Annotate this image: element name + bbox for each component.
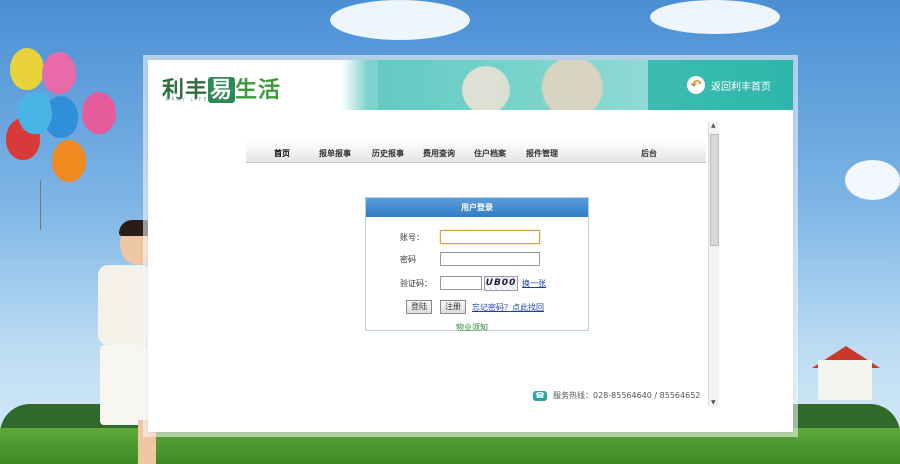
balloon <box>18 92 52 134</box>
captcha-label: 验证码： <box>400 279 432 288</box>
login-title: 用户登录 <box>366 198 588 217</box>
cloud <box>650 0 780 34</box>
scroll-up-icon[interactable]: ▲ <box>711 122 716 129</box>
account-input[interactable] <box>440 230 540 244</box>
notice-link[interactable]: 物业须知 <box>456 322 488 333</box>
balloon <box>10 48 44 90</box>
nav-item-residents[interactable]: 住户档案 <box>474 148 506 159</box>
balloon <box>42 52 76 94</box>
nav-item-manage[interactable]: 报件管理 <box>526 148 558 159</box>
refresh-captcha-link[interactable]: 换一张 <box>522 278 546 289</box>
password-label: 密码 <box>400 255 416 264</box>
password-input[interactable] <box>440 252 540 266</box>
scroll-down-icon[interactable]: ▼ <box>711 399 716 406</box>
logo-text: 生活 <box>235 77 282 103</box>
hotline-text: 服务热线：028-85564640 / 85564652 <box>553 391 701 400</box>
account-label: 账号： <box>400 233 424 242</box>
login-button[interactable]: 登陆 <box>406 300 432 314</box>
banner-photo <box>378 60 648 110</box>
child-figure <box>98 265 152 345</box>
hotline: ☎ 服务热线：028-85564640 / 85564652 <box>533 390 700 401</box>
banner: 利丰易生活 EASY LIFE ↶ 返回利丰首页 <box>148 60 793 110</box>
nav-item-home[interactable]: 首页 <box>274 148 290 159</box>
grass <box>0 428 900 464</box>
nav-item-fees[interactable]: 费用查询 <box>423 148 455 159</box>
scroll-thumb[interactable] <box>710 134 719 246</box>
nav-item-report[interactable]: 报单报事 <box>319 148 351 159</box>
captcha-image[interactable]: UB00 <box>484 276 518 291</box>
child-figure <box>100 345 150 425</box>
nav-item-history[interactable]: 历史报事 <box>372 148 404 159</box>
scrollbar[interactable]: ▲ ▼ <box>708 122 719 406</box>
balloon-string <box>40 180 41 230</box>
cloud <box>330 0 470 40</box>
nav-item-backend[interactable]: 后台 <box>641 148 657 159</box>
balloon <box>82 92 116 134</box>
logo-text: 易 <box>208 77 236 103</box>
forgot-password-link[interactable]: 忘记密码？点此找回 <box>472 302 544 313</box>
phone-icon: ☎ <box>533 390 547 401</box>
captcha-input[interactable] <box>440 276 482 290</box>
return-arrow-icon: ↶ <box>687 76 705 94</box>
reset-button[interactable]: 注册 <box>440 300 466 314</box>
return-home-link[interactable]: ↶ 返回利丰首页 <box>687 76 771 94</box>
nav-bar: 首页 报单报事 历史报事 费用查询 住户档案 报件管理 后台 <box>246 142 706 163</box>
login-box: 用户登录 账号： 密码 验证码： UB00 换一张 登陆 注册 忘记密码？点此找… <box>365 197 589 331</box>
balloon <box>52 140 86 182</box>
return-home-label: 返回利丰首页 <box>711 81 771 93</box>
cloud <box>845 160 900 200</box>
house <box>818 360 872 400</box>
logo-subtitle: EASY LIFE <box>166 97 209 103</box>
main-panel: 利丰易生活 EASY LIFE ↶ 返回利丰首页 首页 报单报事 历史报事 费用… <box>148 60 793 432</box>
